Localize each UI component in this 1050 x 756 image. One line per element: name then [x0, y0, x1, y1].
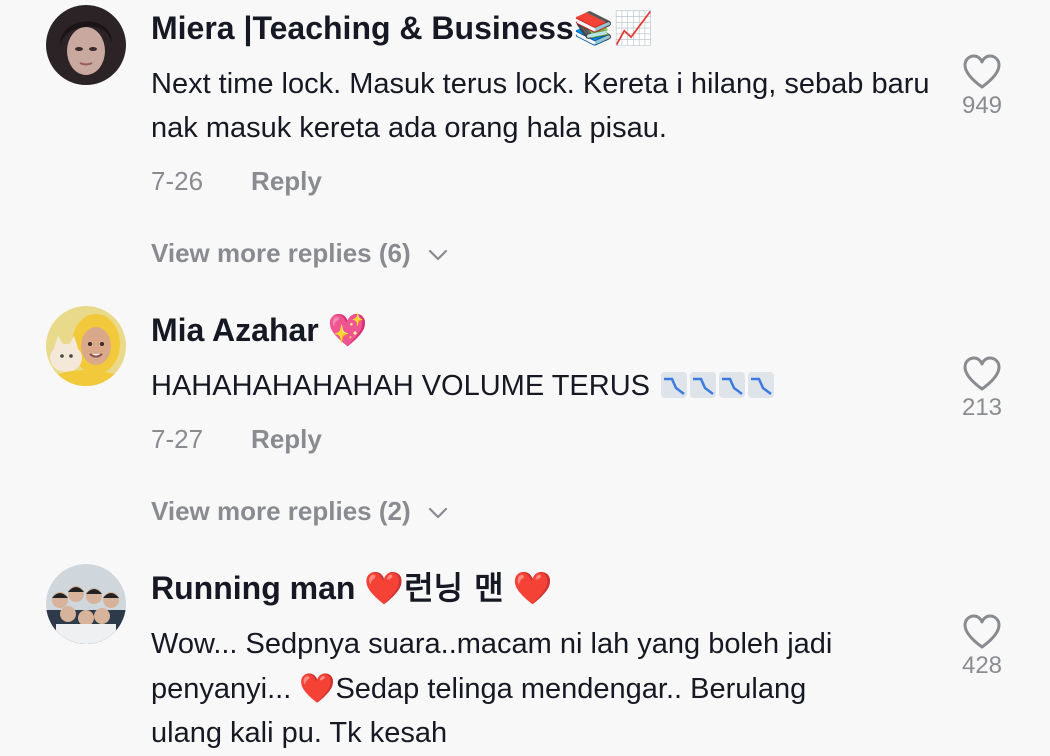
comment-meta: 7-27 Reply	[151, 424, 322, 455]
like-count: 213	[961, 394, 1003, 421]
reply-button[interactable]: Reply	[251, 166, 322, 196]
comment-text-content: HAHAHAHAHAHAH VOLUME TERUS	[151, 370, 651, 402]
heart-outline-icon[interactable]	[963, 356, 1001, 392]
red-heart-emoji: ❤️	[512, 569, 553, 607]
username-text: Mia Azahar	[151, 312, 319, 348]
like-count: 949	[961, 92, 1003, 119]
username-text: Running man	[151, 570, 356, 606]
comment-meta: 7-26 Reply	[151, 166, 322, 197]
sparkling-heart-emoji: 💖	[327, 311, 368, 349]
reply-button[interactable]: Reply	[251, 424, 322, 454]
red-heart-emoji: ❤️	[299, 671, 336, 705]
like-button[interactable]: 213	[950, 356, 1014, 422]
comment-text: Wow... Sedpnya suara..macam ni lah yang …	[151, 622, 941, 755]
comment-text-segment: Sedap telinga mendengar.. Berulang	[335, 673, 807, 705]
like-button[interactable]: 949	[950, 54, 1014, 120]
avatar[interactable]	[46, 306, 126, 386]
comment-text: Next time lock. Masuk terus lock. Kereta…	[151, 68, 930, 144]
username[interactable]: Miera |Teaching & Business📚📈	[151, 10, 653, 46]
username-korean-text: 런닝 맨	[404, 569, 504, 607]
view-more-replies-button[interactable]: View more replies (6)	[151, 238, 448, 269]
view-more-replies-label: View more replies (6)	[151, 238, 411, 268]
view-more-replies-label: View more replies (2)	[151, 496, 411, 526]
red-heart-emoji: ❤️	[364, 569, 405, 607]
chart-decreasing-emoji	[658, 370, 775, 402]
username[interactable]: Mia Azahar 💖	[151, 312, 367, 348]
avatar[interactable]	[46, 564, 126, 644]
comment-date: 7-27	[151, 424, 204, 454]
comment-text-line: ulang kali pu. Tk kesah	[151, 717, 448, 749]
comment-text-line: Wow... Sedpnya suara..macam ni lah yang …	[151, 628, 833, 660]
username-text: Miera |Teaching & Business	[151, 10, 574, 46]
chevron-down-icon	[428, 508, 447, 519]
view-more-replies-button[interactable]: View more replies (2)	[151, 496, 448, 527]
comment-text-segment: penyanyi...	[151, 673, 300, 705]
username[interactable]: Running man ❤️런닝 맨 ❤️	[151, 570, 552, 606]
comment-date: 7-26	[151, 166, 204, 196]
heart-outline-icon[interactable]	[963, 54, 1001, 90]
comment-text: HAHAHAHAHAHAH VOLUME TERUS	[151, 364, 941, 408]
like-button[interactable]: 428	[950, 614, 1014, 680]
like-count: 428	[961, 652, 1003, 679]
books-chart-emoji: 📚📈	[573, 9, 654, 47]
chevron-down-icon	[428, 250, 447, 261]
heart-outline-icon[interactable]	[963, 614, 1001, 650]
comment-text-line: penyanyi... ❤️Sedap telinga mendengar.. …	[151, 666, 941, 711]
avatar[interactable]	[46, 5, 126, 85]
